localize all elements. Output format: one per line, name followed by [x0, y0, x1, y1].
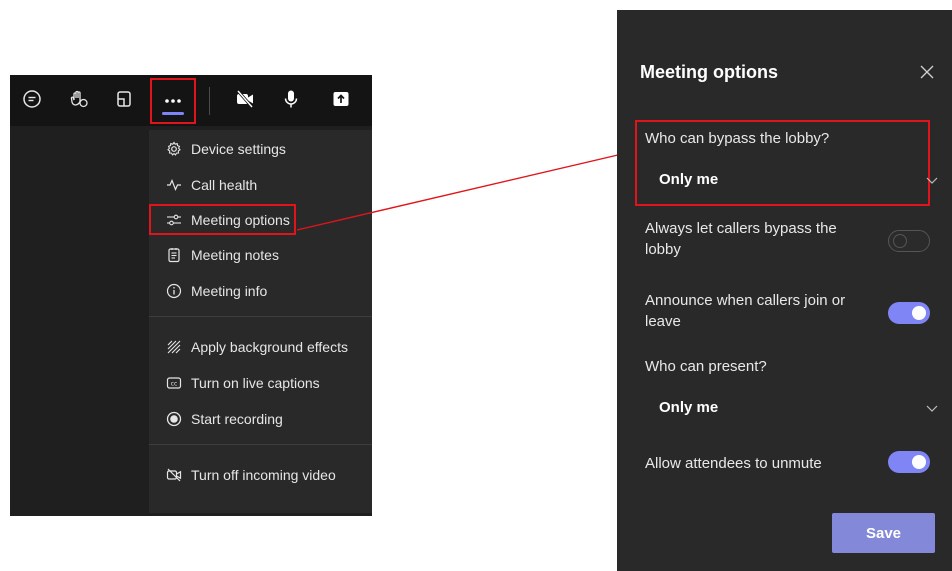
menu-item-start-recording[interactable]: Start recording: [149, 402, 372, 436]
callers-bypass-toggle[interactable]: [888, 230, 930, 252]
share-screen-icon: [333, 92, 349, 106]
active-indicator: [162, 112, 184, 115]
toggle-knob: [912, 306, 926, 320]
video-off-icon: [166, 467, 182, 483]
menu-item-label: Turn off incoming video: [191, 467, 336, 483]
chevron-down-icon: [926, 177, 938, 184]
microphone-icon: [284, 90, 298, 108]
menu-item-label: Call health: [191, 177, 258, 193]
menu-item-label: Device settings: [191, 141, 286, 157]
menu-item-label: Meeting notes: [191, 247, 279, 263]
raise-hand-button[interactable]: [63, 83, 95, 115]
announce-toggle[interactable]: [888, 302, 930, 324]
chevron-down-icon: [926, 405, 938, 412]
panel-title: Meeting options: [640, 62, 778, 82]
pulse-icon: [166, 177, 182, 193]
menu-item-meeting-info[interactable]: Meeting info: [149, 274, 372, 308]
menu-item-label: Meeting info: [191, 283, 268, 299]
menu-item-live-captions[interactable]: cc Turn on live captions: [149, 366, 372, 400]
camera-off-icon: [236, 90, 254, 108]
meeting-options-panel: Meeting options Who can bypass the lobby…: [617, 10, 952, 571]
toggle-knob: [912, 455, 926, 469]
more-actions-button[interactable]: [150, 78, 196, 124]
present-dropdown[interactable]: Only me: [659, 391, 939, 425]
present-dropdown-value: Only me: [659, 399, 719, 416]
menu-item-meeting-notes[interactable]: Meeting notes: [149, 238, 372, 272]
unmute-label: Allow attendees to unmute: [645, 455, 822, 472]
captions-icon: cc: [166, 375, 182, 391]
notes-icon: [166, 247, 182, 263]
rooms-icon: [117, 91, 131, 107]
microphone-button[interactable]: [275, 83, 307, 115]
present-label: Who can present?: [645, 358, 767, 375]
menu-item-label: Start recording: [191, 411, 283, 427]
callers-bypass-label: Always let callers bypass the lobby: [645, 220, 837, 258]
menu-item-meeting-options[interactable]: Meeting options: [149, 203, 372, 237]
menu-divider: [149, 444, 372, 445]
close-icon: [920, 65, 934, 79]
lobby-label: Who can bypass the lobby?: [645, 130, 830, 147]
lobby-dropdown[interactable]: Only me: [659, 163, 939, 197]
menu-item-label: Apply background effects: [191, 339, 348, 355]
menu-item-device-settings[interactable]: Device settings: [149, 132, 372, 166]
background-effects-icon: [166, 339, 182, 355]
record-icon: [166, 411, 182, 427]
lobby-dropdown-value: Only me: [659, 171, 719, 188]
raise-hand-icon: [70, 90, 88, 108]
menu-item-background-effects[interactable]: Apply background effects: [149, 330, 372, 364]
highlight-box: [149, 204, 296, 235]
chat-button[interactable]: [16, 83, 48, 115]
toggle-knob: [893, 234, 907, 248]
menu-item-incoming-video[interactable]: Turn off incoming video: [149, 458, 372, 492]
more-actions-icon: [165, 99, 181, 103]
info-icon: [166, 283, 182, 299]
unmute-toggle[interactable]: [888, 451, 930, 473]
meeting-toolbar: [10, 75, 372, 126]
chat-icon: [23, 90, 41, 108]
meeting-window: Device settings Call health Meeting opti…: [10, 75, 372, 516]
close-button[interactable]: [916, 61, 938, 83]
svg-text:cc: cc: [171, 380, 178, 387]
save-button[interactable]: Save: [832, 513, 935, 553]
gear-icon: [166, 141, 182, 157]
menu-item-call-health[interactable]: Call health: [149, 168, 372, 202]
toolbar-divider: [209, 87, 210, 115]
menu-item-label: Turn on live captions: [191, 375, 320, 391]
menu-divider: [149, 316, 372, 317]
camera-button[interactable]: [229, 83, 261, 115]
more-actions-menu: Device settings Call health Meeting opti…: [149, 130, 372, 513]
share-screen-button[interactable]: [325, 83, 357, 115]
announce-label: Announce when callers join or leave: [645, 292, 846, 330]
rooms-button[interactable]: [108, 83, 140, 115]
